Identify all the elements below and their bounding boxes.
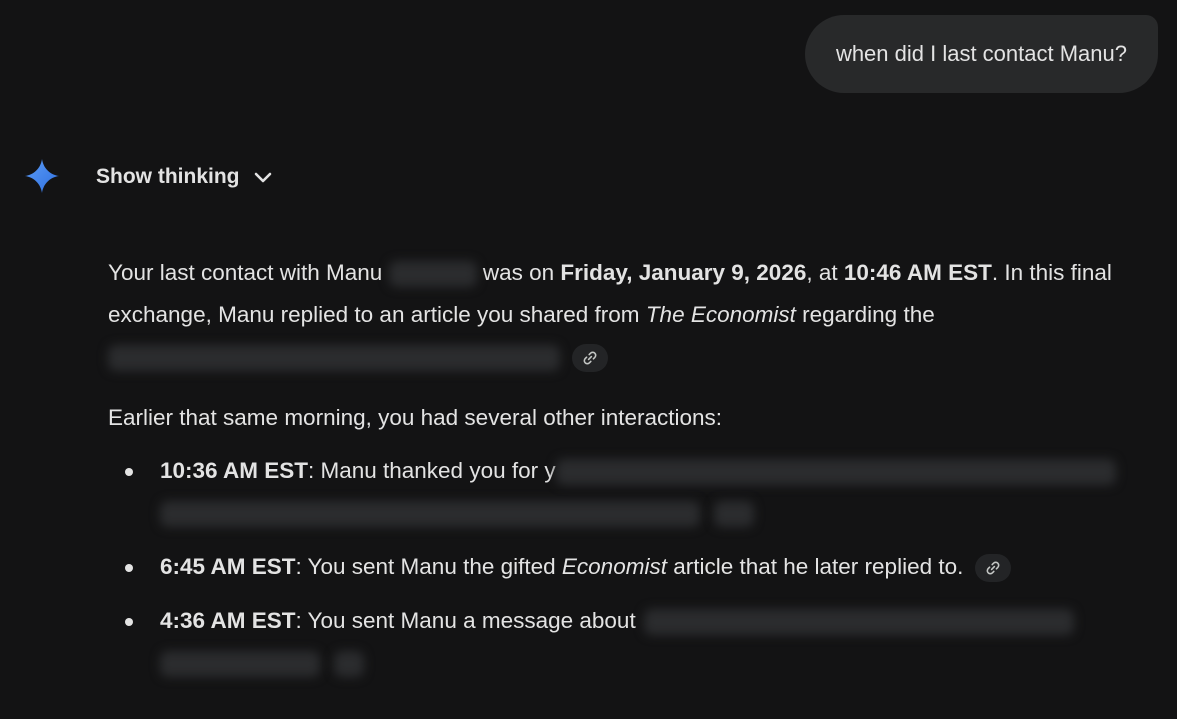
publication-name: The Economist (645, 302, 796, 327)
list-item: 6:45 AM EST: You sent Manu the gifted Ec… (108, 546, 1158, 588)
interaction-time: 6:45 AM EST (160, 554, 296, 579)
answer-paragraph-2: Earlier that same morning, you had sever… (108, 405, 723, 430)
interaction-text: : Manu thanked you for (307, 458, 545, 483)
answer-paragraph-1: Your last contact with Manu was on Frida… (108, 252, 1158, 378)
list-item: 10:36 AM EST: Manu thanked you for y (108, 450, 1158, 534)
redacted-text (160, 501, 700, 528)
interaction-text: : You sent Manu a message about (295, 608, 636, 633)
link-icon (583, 351, 597, 365)
answer-text: , at (806, 260, 844, 285)
answer-text: regarding the (795, 302, 935, 327)
user-message-text: when did I last contact Manu? (835, 41, 1127, 66)
interaction-text: : You sent Manu the gifted (295, 554, 562, 579)
answer-text: Your last contact with Manu (108, 260, 389, 285)
source-link-chip[interactable] (975, 554, 1012, 583)
last-contact-date: Friday, January 9, 2026 (560, 260, 807, 285)
source-link-chip[interactable] (572, 344, 608, 373)
redacted-text (555, 459, 1116, 486)
user-message-bubble: when did I last contact Manu? (804, 15, 1158, 93)
interaction-list: 10:36 AM EST: Manu thanked you for y 6:4… (108, 450, 1158, 684)
link-icon (986, 561, 1000, 575)
bullet-dot (125, 564, 133, 572)
redacted-topic (108, 345, 560, 372)
chat-page: when did I last contact Manu? Show think… (0, 0, 1177, 719)
interaction-text: y (544, 458, 556, 483)
bullet-dot (125, 618, 133, 626)
redacted-text (160, 651, 320, 678)
bullet-dot (125, 468, 133, 476)
redacted-chip (334, 651, 364, 678)
last-contact-time: 10:46 AM EST (843, 260, 992, 285)
chevron-down-icon (255, 172, 272, 183)
redacted-text (643, 609, 1074, 636)
redacted-surname (388, 261, 477, 288)
redacted-chip (714, 501, 754, 528)
answer-text: was on (476, 260, 561, 285)
publication-name: Economist (561, 554, 667, 579)
gemini-sparkle-icon (25, 159, 59, 193)
interaction-time: 4:36 AM EST (160, 608, 296, 633)
interaction-time: 10:36 AM EST (160, 458, 308, 483)
assistant-response: Your last contact with Manu was on Frida… (108, 252, 1158, 696)
show-thinking-label: Show thinking (96, 165, 240, 188)
list-item: 4:36 AM EST: You sent Manu a message abo… (108, 600, 1158, 684)
interaction-text: article that he later replied to. (666, 554, 964, 579)
show-thinking-toggle[interactable]: Show thinking (96, 160, 275, 194)
